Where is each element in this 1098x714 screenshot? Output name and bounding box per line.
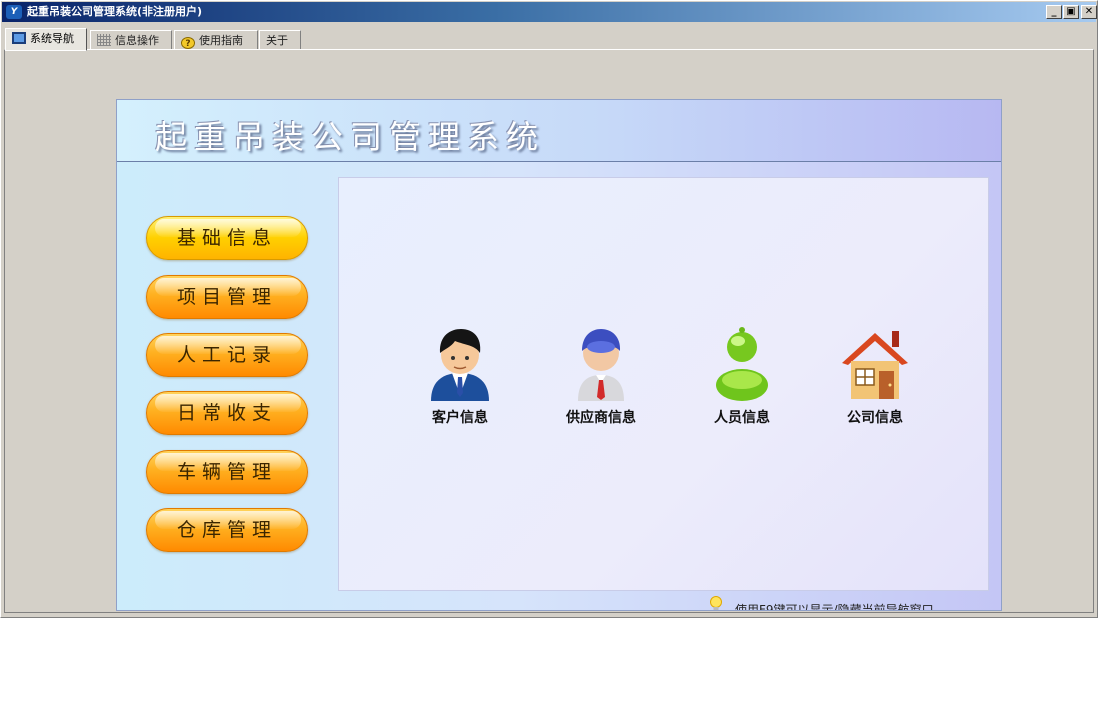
shortcut-staff-info[interactable]: 人员信息	[687, 325, 797, 427]
nav-button-label: 基础信息	[176, 227, 277, 249]
nav-button-label: 仓库管理	[176, 519, 277, 541]
shortcut-label: 公司信息	[847, 410, 903, 426]
nav-button-label: 项目管理	[176, 286, 277, 308]
title-bar[interactable]: Y 起重吊装公司管理系统(非注册用户) _ ▣ ✕	[2, 2, 1097, 22]
nav-button-daily-finance[interactable]: 日常收支	[146, 391, 308, 435]
nav-button-label: 日常收支	[176, 402, 277, 424]
hint-bar: 使用F9键可以显示/隐藏当前导航窗口	[709, 596, 999, 611]
tab-label: 使用指南	[199, 34, 243, 47]
app-icon[interactable]: Y	[6, 5, 22, 19]
header-banner: 起重吊装公司管理系统	[117, 100, 1001, 162]
grid-icon	[97, 34, 111, 46]
lightbulb-icon	[710, 596, 722, 610]
tab-label: 系统导航	[30, 32, 74, 45]
tab-label: 信息操作	[115, 34, 159, 47]
nav-button-labor-records[interactable]: 人工记录	[146, 333, 308, 377]
shortcut-company-info[interactable]: 公司信息	[820, 325, 930, 427]
main-window: Y 起重吊装公司管理系统(非注册用户) _ ▣ ✕ 系统导航 信息操作 ? 使用指…	[0, 0, 1098, 618]
nav-button-project-management[interactable]: 项目管理	[146, 275, 308, 319]
shortcut-label: 客户信息	[432, 410, 488, 426]
tab-strip: 系统导航 信息操作 ? 使用指南 关于	[5, 28, 1095, 51]
hint-text: 使用F9键可以显示/隐藏当前导航窗口	[735, 603, 934, 611]
nav-button-basic-info[interactable]: 基础信息	[146, 216, 308, 260]
shortcut-supplier-info[interactable]: 供应商信息	[546, 325, 656, 427]
nav-button-label: 车辆管理	[176, 461, 277, 483]
help-icon: ?	[181, 37, 195, 49]
tab-label: 关于	[266, 34, 288, 47]
monitor-icon	[12, 32, 26, 44]
shortcut-area: 客户信息 供应商信息 人员信息 公司信息	[338, 177, 989, 591]
minimize-button[interactable]: _	[1046, 5, 1062, 19]
page-title: 起重吊装公司管理系统	[155, 118, 546, 156]
nav-button-label: 人工记录	[176, 344, 277, 366]
supplier-icon	[578, 329, 624, 401]
tab-system-navigation[interactable]: 系统导航	[5, 28, 87, 51]
navigation-panel: 起重吊装公司管理系统 基础信息 项目管理 人工记录 日常收支 车辆管理 仓库管理…	[116, 99, 1002, 611]
restore-button[interactable]: ▣	[1063, 5, 1079, 19]
tab-user-guide[interactable]: ? 使用指南	[174, 30, 258, 50]
shortcut-customer-info[interactable]: 客户信息	[405, 325, 515, 427]
nav-button-warehouse-management[interactable]: 仓库管理	[146, 508, 308, 552]
staff-icon	[716, 327, 768, 401]
window-title: 起重吊装公司管理系统(非注册用户)	[27, 5, 203, 18]
tab-info-operations[interactable]: 信息操作	[90, 30, 172, 50]
customer-icon	[431, 329, 489, 401]
company-house-icon	[842, 331, 908, 399]
shortcut-label: 供应商信息	[566, 410, 636, 426]
close-button[interactable]: ✕	[1081, 5, 1097, 19]
nav-button-vehicle-management[interactable]: 车辆管理	[146, 450, 308, 494]
tab-about[interactable]: 关于	[259, 30, 301, 50]
shortcut-label: 人员信息	[714, 410, 770, 426]
